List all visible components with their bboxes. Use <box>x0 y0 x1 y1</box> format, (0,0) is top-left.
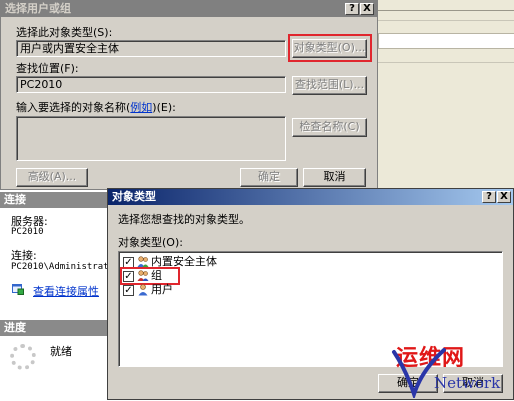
progress-header: 进度 <box>0 320 107 336</box>
object-types-list[interactable]: ✓ 内置安全主体 ✓ 组 ✓ 用户 <box>118 251 503 367</box>
background-divider <box>378 62 514 63</box>
dialog-title: 选择用户或组 <box>5 2 71 15</box>
names-label: 输入要选择的对象名称(例如)(E): <box>16 101 176 114</box>
location-label: 查找位置(F): <box>16 62 79 75</box>
list-item-label: 用户 <box>151 283 173 296</box>
object-types-cancel-button[interactable]: 取消 <box>443 374 503 393</box>
advanced-button[interactable]: 高级(A)... <box>16 168 88 187</box>
progress-panel: 就绪 <box>0 336 107 400</box>
view-connection-properties-link[interactable]: 查看连接属性 <box>33 283 99 299</box>
checkbox-checked-icon[interactable]: ✓ <box>123 284 134 296</box>
object-types-title-bar: 对象类型 <box>108 189 513 205</box>
close-button[interactable]: X <box>360 3 374 15</box>
select-dialog-cancel-button[interactable]: 取消 <box>303 168 366 187</box>
select-dialog-ok-button[interactable]: 确定 <box>240 168 298 187</box>
background-divider <box>378 20 514 21</box>
object-types-button[interactable]: 对象类型(O)... <box>292 39 367 58</box>
object-type-field: 用户或内置安全主体 <box>16 40 286 57</box>
object-types-title: 对象类型 <box>112 190 156 203</box>
background-input <box>378 33 514 49</box>
object-types-list-label: 对象类型(O): <box>118 236 183 249</box>
object-types-close-button[interactable]: X <box>497 191 511 203</box>
object-types-ok-button[interactable]: 确定 <box>378 374 438 393</box>
object-type-label: 选择此对象类型(S): <box>16 26 113 39</box>
names-label-prefix: 输入要选择的对象名称( <box>16 101 131 114</box>
background-window <box>378 0 514 190</box>
properties-icon <box>12 284 24 295</box>
object-names-textarea[interactable] <box>16 116 286 161</box>
status-text: 就绪 <box>50 345 72 358</box>
location-field: PC2010 <box>16 76 286 93</box>
background-divider <box>378 10 514 11</box>
help-button[interactable]: ? <box>345 3 359 15</box>
locations-button[interactable]: 查找范围(L)... <box>292 76 367 95</box>
group-icon <box>137 270 149 282</box>
object-types-instruction: 选择您想查找的对象类型。 <box>118 213 250 226</box>
object-types-dialog: 对象类型 ? X 选择您想查找的对象类型。 对象类型(O): ✓ 内置安全主体 … <box>107 188 514 400</box>
list-item-label: 组 <box>151 269 162 282</box>
connection-panel: 服务器: PC2010 连接: PC2010\Administrator 查看连… <box>0 208 107 320</box>
list-item[interactable]: ✓ 用户 <box>123 283 173 297</box>
checkbox-checked-icon[interactable]: ✓ <box>123 256 134 268</box>
connection-value: PC2010\Administrator <box>11 262 107 272</box>
server-value: PC2010 <box>11 227 44 237</box>
progress-spinner-icon <box>10 344 36 370</box>
examples-link[interactable]: 例如 <box>130 101 152 114</box>
names-label-suffix: )(E): <box>152 101 176 114</box>
dialog-title-bar: 选择用户或组 <box>1 1 377 17</box>
connection-header: 连接 <box>0 192 107 208</box>
select-users-dialog: 选择用户或组 ? X 选择此对象类型(S): 用户或内置安全主体 对象类型(O)… <box>0 0 378 190</box>
list-item[interactable]: ✓ 组 <box>123 269 162 283</box>
object-types-help-button[interactable]: ? <box>482 191 496 203</box>
checkbox-checked-icon[interactable]: ✓ <box>123 270 134 282</box>
check-names-button[interactable]: 检查名称(C) <box>292 118 367 137</box>
user-icon <box>137 284 149 296</box>
